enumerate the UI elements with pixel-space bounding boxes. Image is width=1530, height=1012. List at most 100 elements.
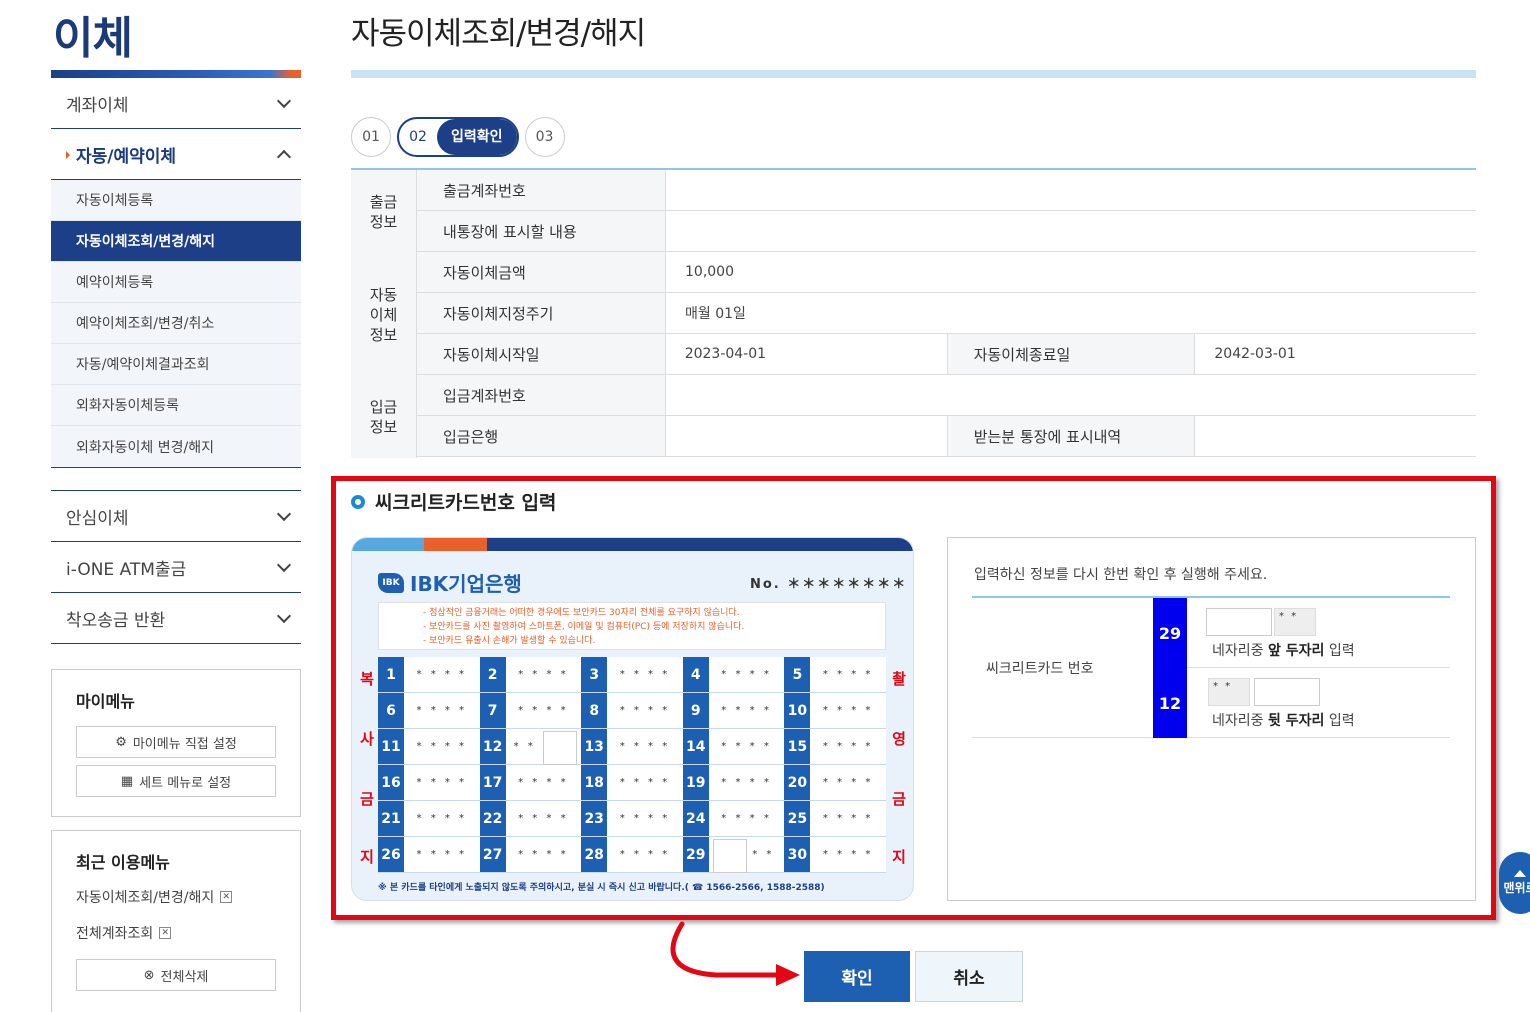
field-value-passbook-memo bbox=[666, 211, 1476, 251]
secret-back-input[interactable] bbox=[1254, 678, 1320, 706]
secret-front-input[interactable] bbox=[1206, 608, 1272, 636]
chevron-down-icon bbox=[276, 93, 292, 108]
recent-item[interactable]: 자동이체조회/변경/해지 ✕ bbox=[76, 887, 276, 907]
field-value-in-bank bbox=[666, 416, 947, 456]
sidebar-subitem-reserved-inquiry[interactable]: 예약이체조회/변경/취소 bbox=[51, 303, 301, 344]
secret-input-panel: 입력하신 정보를 다시 한번 확인 후 실행해 주세요. 씨크리트카드 번호 2… bbox=[947, 537, 1476, 901]
card-grid-value: * * * * bbox=[607, 837, 683, 872]
recent-item[interactable]: 전체계좌조회 ✕ bbox=[76, 923, 276, 943]
grid-icon: ▦ bbox=[120, 773, 134, 789]
card-side-char: 지 bbox=[360, 848, 374, 866]
sidebar-item-account-transfer[interactable]: 계좌이체 bbox=[51, 78, 301, 129]
card-number-value: ＊＊＊＊＊＊＊＊ bbox=[787, 577, 908, 592]
table-row: 내통장에 표시할 내용 bbox=[351, 211, 1476, 252]
sidebar-subitem-result-inquiry[interactable]: 자동/예약이체결과조회 bbox=[51, 344, 301, 385]
card-grid-number: 20 bbox=[784, 765, 811, 800]
card-side-char: 지 bbox=[892, 848, 906, 866]
card-grid-cell: 26 * * * * bbox=[378, 837, 480, 872]
field-value-recv-memo bbox=[1195, 416, 1476, 456]
card-grid-cell: 13 * * * * bbox=[581, 729, 683, 764]
table-row: 자동이체시작일 2023-04-01 자동이체종료일 2042-03-01 bbox=[351, 334, 1476, 375]
sidebar-subitem-reserved-register[interactable]: 예약이체등록 bbox=[51, 262, 301, 303]
red-arrow-annotation bbox=[670, 921, 800, 986]
card-grid-value: * * * * bbox=[810, 765, 886, 800]
card-number-grid: 1 * * * * 2 * * * * 3 * * * * 4 * * * * 5 * * * *… bbox=[378, 657, 886, 873]
card-grid-cell: 6 * * * * bbox=[378, 693, 480, 728]
sidebar-subitem-auto-register[interactable]: 자동이체등록 bbox=[51, 180, 301, 221]
step-2-current: 02 입력확인 bbox=[397, 117, 519, 157]
card-grid-value: * * * * bbox=[708, 729, 785, 764]
card-grid-cell: 30 * * * * bbox=[784, 837, 886, 872]
sidebar-item-safe-transfer[interactable]: 안심이체 bbox=[51, 491, 301, 542]
card-grid-value: * * * * bbox=[810, 693, 886, 728]
close-icon[interactable]: ✕ bbox=[159, 927, 172, 939]
card-top-stripe bbox=[352, 538, 913, 551]
back-hint: 네자리중 뒷 두자리 입력 bbox=[1212, 710, 1355, 730]
card-side-char: 촬 bbox=[892, 670, 906, 688]
my-menu-direct-button[interactable]: ⚙ 마이메뉴 직접 설정 bbox=[76, 726, 276, 758]
sidebar-item-atm-withdraw[interactable]: i-ONE ATM출금 bbox=[51, 542, 301, 593]
chevron-up-icon bbox=[276, 149, 292, 164]
sidebar-submenu: 자동이체등록 자동이체조회/변경/해지 예약이체등록 예약이체조회/변경/취소 … bbox=[51, 180, 301, 468]
hint-text: 네자리중 bbox=[1212, 713, 1268, 729]
field-value-start-date: 2023-04-01 bbox=[684, 346, 767, 362]
card-grid-cell: 8 * * * * bbox=[581, 693, 683, 728]
card-side-char: 사 bbox=[360, 730, 374, 748]
card-grid-cell: 22 * * * * bbox=[479, 801, 582, 836]
field-label: 출금계좌번호 bbox=[417, 170, 666, 210]
sidebar-subitem-fx-auto-register[interactable]: 외화자동이체등록 bbox=[51, 385, 301, 426]
cancel-button[interactable]: 취소 bbox=[915, 951, 1023, 1002]
card-grid-number: 3 bbox=[581, 657, 608, 692]
field-value-in-account bbox=[666, 375, 1476, 415]
card-grid-cell: 21 * * * * bbox=[378, 801, 480, 836]
sidebar-subitem-auto-inquiry[interactable]: 자동이체조회/변경/해지 bbox=[51, 221, 301, 262]
secret-card-section-title: 씨크리트카드번호 입력 bbox=[351, 488, 556, 515]
delete-all-button[interactable]: ⊗ 전체삭제 bbox=[76, 959, 276, 991]
card-grid-value: * * bbox=[505, 729, 582, 765]
my-menu-set-button[interactable]: ▦ 세트 메뉴로 설정 bbox=[76, 765, 276, 797]
card-grid-cell: 19 * * * * bbox=[682, 765, 785, 800]
recent-item-label: 전체계좌조회 bbox=[76, 926, 154, 942]
card-grid-value: * * * * bbox=[810, 657, 886, 692]
card-grid-cell: 29 * * bbox=[682, 837, 785, 873]
step-3: 03 bbox=[524, 117, 565, 157]
close-icon[interactable]: ✕ bbox=[220, 891, 233, 903]
hint-text: 입력 bbox=[1324, 713, 1355, 729]
card-grid-cell: 16 * * * * bbox=[378, 765, 480, 800]
confirm-button[interactable]: 확인 bbox=[804, 951, 910, 1002]
card-grid-row: 26 * * * * 27 * * * * 28 * * * * 29 * * 30 * * * … bbox=[378, 837, 886, 873]
card-grid-number: 12 bbox=[479, 729, 506, 764]
card-grid-value: * * * * bbox=[404, 729, 480, 764]
card-grid-cell: 23 * * * * bbox=[581, 801, 683, 836]
card-grid-cell: 27 * * * * bbox=[479, 837, 582, 872]
chevron-down-icon bbox=[276, 557, 292, 572]
secret-card-image: IBK IBK기업은행 No. ＊＊＊＊＊＊＊＊ - 정상적인 금융거래는 어떠… bbox=[351, 537, 914, 901]
card-grid-number: 6 bbox=[378, 693, 404, 728]
sidebar-item-auto-reserved-transfer[interactable]: 자동/예약이체 bbox=[51, 129, 301, 180]
sidebar-item-label: 계좌이체 bbox=[66, 95, 129, 116]
card-grid-cell: 9 * * * * bbox=[682, 693, 785, 728]
recent-item-label: 자동이체조회/변경/해지 bbox=[76, 890, 215, 906]
recent-menu-title: 최근 이용메뉴 bbox=[76, 853, 170, 872]
secret-input-table: 씨크리트카드 번호 29 * * 네자리중 앞 두자리 입력 12 * * 네자… bbox=[972, 596, 1450, 738]
secret-front-mask: * * bbox=[1274, 608, 1316, 636]
hint-text: 입력 bbox=[1324, 643, 1355, 659]
card-grid-value: * * * * bbox=[404, 801, 480, 836]
sidebar-item-label: 자동/예약이체 bbox=[66, 142, 176, 167]
sidebar-menu: 계좌이체 자동/예약이체 자동이체등록 자동이체조회/변경/해지 예약이체등록 … bbox=[51, 78, 301, 468]
card-grid-value: * * * * bbox=[505, 837, 582, 872]
scroll-top-button[interactable]: 맨위로 bbox=[1499, 852, 1530, 914]
card-grid-cell: 28 * * * * bbox=[581, 837, 683, 872]
sidebar-item-mistaken-remit[interactable]: 착오송금 반환 bbox=[51, 593, 301, 644]
sidebar-subitem-fx-auto-change[interactable]: 외화자동이체 변경/해지 bbox=[51, 426, 301, 467]
step-2-number: 02 bbox=[409, 129, 427, 145]
table-row: 입금은행 받는분 통장에 표시내역 bbox=[351, 416, 1476, 457]
card-grid-value: * * * * bbox=[404, 765, 480, 800]
card-grid-number: 15 bbox=[784, 729, 811, 764]
card-grid-value: * * * * bbox=[810, 729, 886, 764]
hint-text: 네자리중 bbox=[1212, 643, 1268, 659]
card-grid-number: 10 bbox=[784, 693, 811, 728]
bullet-ring-icon bbox=[351, 494, 365, 509]
hint-emphasis: 앞 두자리 bbox=[1267, 643, 1325, 659]
hint-emphasis: 뒷 두자리 bbox=[1267, 713, 1325, 729]
